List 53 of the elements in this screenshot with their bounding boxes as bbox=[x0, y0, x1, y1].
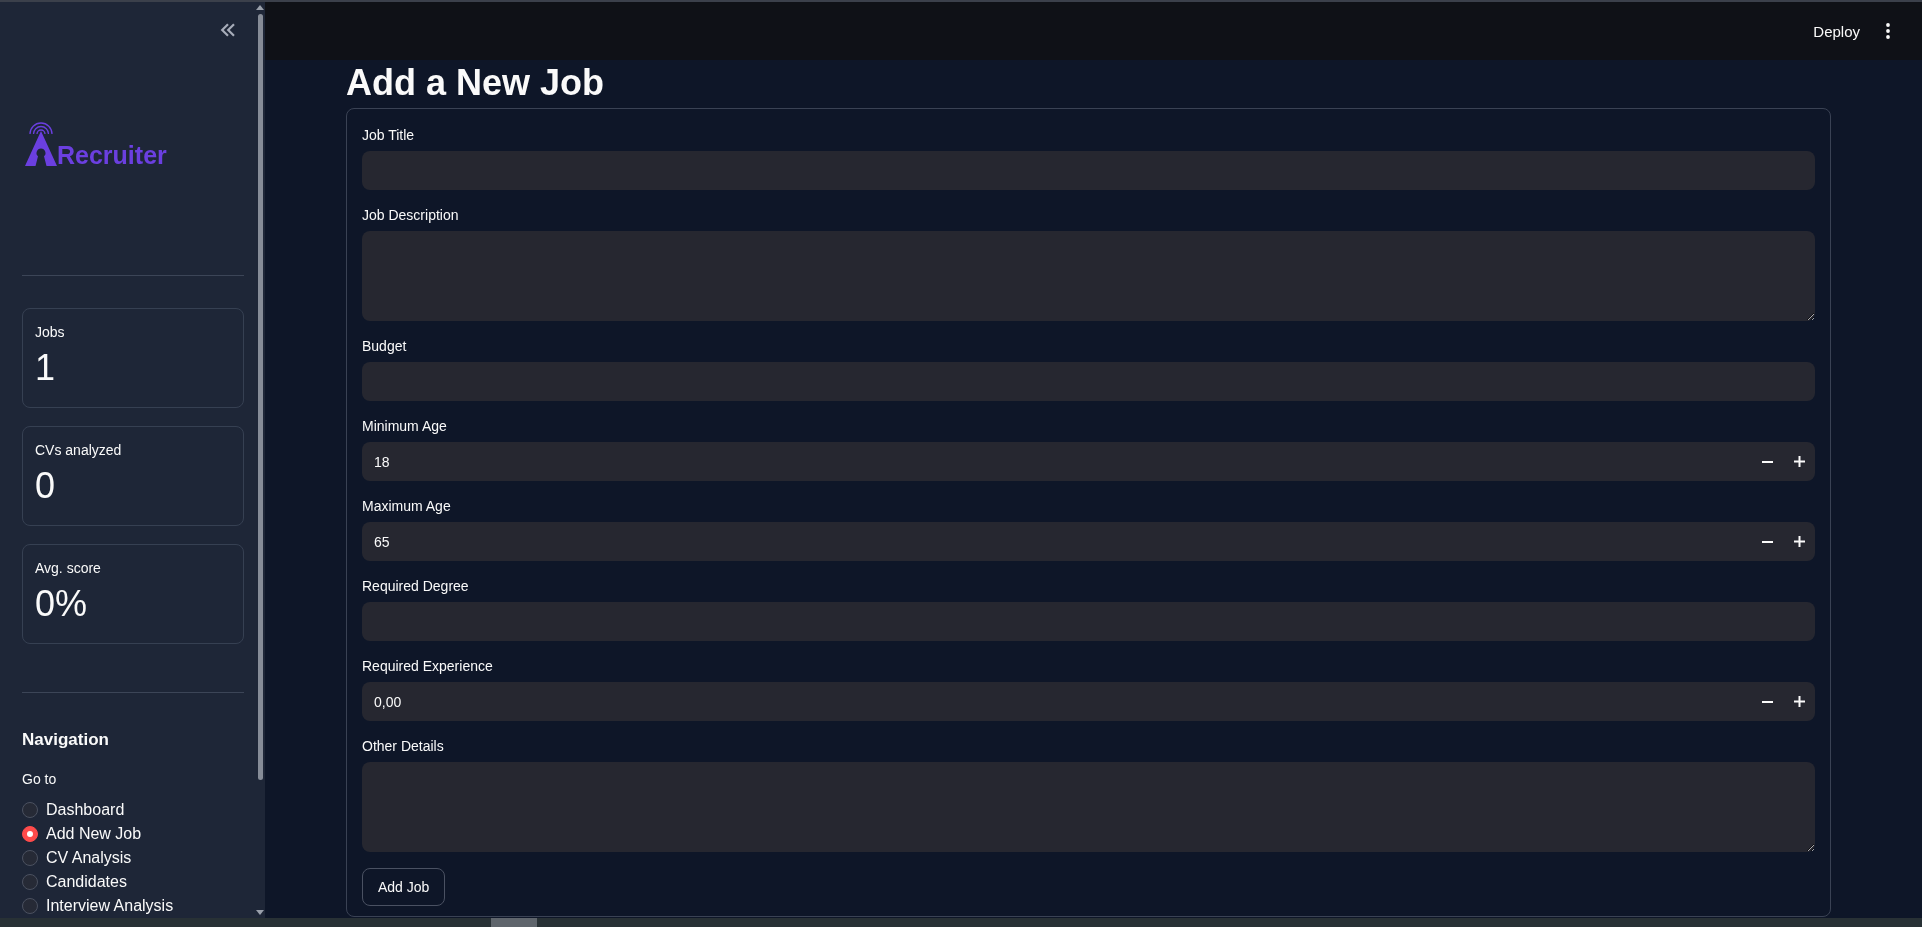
field-label: Required Degree bbox=[362, 577, 470, 596]
minus-icon bbox=[1761, 700, 1773, 703]
text-input-field[interactable] bbox=[362, 151, 1815, 190]
metric-label: CVs analyzed bbox=[35, 441, 123, 460]
field-label: Maximum Age bbox=[362, 497, 452, 516]
text-input-field[interactable] bbox=[362, 602, 1815, 641]
add-job-button[interactable]: Add Job bbox=[362, 868, 446, 906]
text-area-field[interactable] bbox=[362, 231, 1815, 321]
field-label: Required Experience bbox=[362, 657, 494, 676]
double-chevron-left-icon bbox=[220, 23, 236, 37]
text-area-field[interactable] bbox=[362, 762, 1815, 852]
radio-icon[interactable] bbox=[22, 874, 38, 890]
scroll-up-arrow-icon[interactable] bbox=[256, 5, 264, 10]
metric-value: 0% bbox=[35, 582, 89, 626]
nav-radio-option[interactable]: Interview Analysis bbox=[22, 894, 244, 918]
number-input-field[interactable]: 65 bbox=[362, 522, 1815, 561]
minus-icon bbox=[1761, 460, 1773, 463]
deploy-button[interactable]: Deploy bbox=[1803, 16, 1870, 46]
nav-radio-option[interactable]: CV Analysis bbox=[22, 846, 244, 870]
radio-icon[interactable] bbox=[22, 826, 38, 842]
collapse-sidebar-button[interactable] bbox=[220, 23, 236, 37]
scrollbar-thumb[interactable] bbox=[257, 14, 263, 780]
field-label: Minimum Age bbox=[362, 417, 448, 436]
number-input-field[interactable]: 0,00 bbox=[362, 682, 1815, 721]
metric-value: 1 bbox=[35, 346, 57, 390]
page-title: Add a New Job bbox=[346, 62, 606, 104]
radio-icon[interactable] bbox=[22, 850, 38, 866]
field-label: Job Title bbox=[362, 126, 416, 145]
radio-icon[interactable] bbox=[22, 802, 38, 818]
metric-label: Jobs bbox=[35, 323, 66, 342]
antenna-tower-icon bbox=[25, 122, 57, 166]
metric-label: Avg. score bbox=[35, 559, 102, 578]
minus-icon bbox=[1761, 540, 1773, 543]
field-label: Budget bbox=[362, 337, 408, 356]
field-label: Job Description bbox=[362, 206, 460, 225]
scrollbar-thumb[interactable] bbox=[491, 918, 537, 927]
field-label: Other Details bbox=[362, 737, 445, 756]
text-input-field[interactable] bbox=[362, 362, 1815, 401]
logo-text: Recruiter bbox=[57, 145, 167, 166]
number-input-field[interactable]: 18 bbox=[362, 442, 1815, 481]
scroll-down-arrow-icon[interactable] bbox=[256, 910, 264, 915]
nav-radio-option[interactable]: Dashboard bbox=[22, 798, 244, 822]
radio-group-label: Go to bbox=[22, 770, 58, 789]
plus-icon bbox=[1793, 456, 1805, 467]
kebab-menu-icon bbox=[1886, 23, 1890, 39]
nav-radio-option[interactable]: Add New Job bbox=[22, 822, 244, 846]
plus-icon bbox=[1793, 696, 1805, 707]
plus-icon bbox=[1793, 536, 1805, 547]
section-heading: Navigation bbox=[22, 729, 110, 751]
nav-radio-option[interactable]: Candidates bbox=[22, 870, 244, 894]
metric-value: 0 bbox=[35, 464, 57, 508]
horizontal-scrollbar[interactable] bbox=[0, 918, 1922, 927]
radio-icon[interactable] bbox=[22, 898, 38, 914]
